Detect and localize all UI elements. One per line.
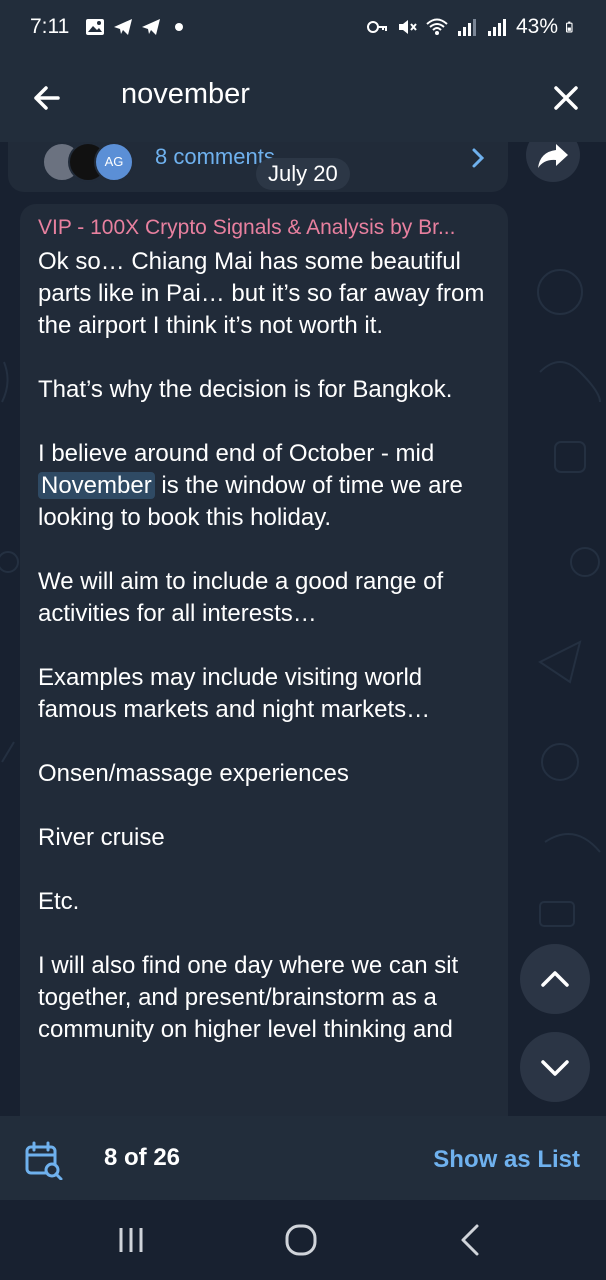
signal-icon [457, 19, 476, 36]
key-icon [366, 21, 387, 33]
chevron-right-icon[interactable] [466, 146, 490, 170]
date-pill: July 20 [256, 158, 350, 190]
message-paragraph: Etc. [38, 888, 80, 915]
scroll-down-button[interactable] [520, 1032, 590, 1102]
show-as-list-button[interactable]: Show as List [433, 1146, 580, 1174]
search-header: november [0, 56, 606, 142]
avatar: AG [94, 142, 134, 182]
message-bubble[interactable]: VIP - 100X Crypto Signals & Analysis by … [20, 204, 508, 1116]
telegram-icon [114, 19, 132, 35]
forward-icon [538, 144, 568, 168]
home-icon[interactable] [281, 1220, 321, 1260]
battery-percent: 43% [515, 15, 558, 38]
chat-area[interactable]: AG 8 comments July 20 VIP - 100X Crypto … [0, 142, 606, 1116]
back-icon[interactable] [451, 1220, 491, 1260]
message-paragraph: Ok so… Chiang Mai has some beautiful par… [38, 248, 485, 339]
search-results-bar: 8 of 26 Show as List [0, 1116, 606, 1200]
chevron-up-icon [541, 971, 569, 987]
commenter-avatars: AG [42, 142, 152, 182]
share-button[interactable] [526, 142, 580, 182]
message-paragraph: Onsen/massage experiences [38, 760, 349, 787]
message-author[interactable]: VIP - 100X Crypto Signals & Analysis by … [38, 216, 498, 240]
message-paragraph: Examples may include visiting world famo… [38, 664, 431, 723]
message-paragraph: I will also find one day where we can si… [38, 952, 459, 1043]
scroll-up-button[interactable] [520, 944, 590, 1014]
search-input[interactable]: november [121, 78, 250, 111]
text-segment: I believe around end of October - mid [38, 440, 435, 467]
search-highlight: November [38, 472, 155, 499]
status-time: 7:11 [30, 15, 70, 38]
telegram-search-screen: 7:11 43% november AG 8 comments July 20 … [0, 0, 606, 1280]
message-paragraph: I believe around end of October - mid No… [38, 438, 498, 534]
system-status-icons: 43% [366, 15, 578, 39]
close-icon[interactable] [546, 78, 586, 118]
message-paragraph: We will aim to include a good range of a… [38, 568, 444, 627]
signal-icon [487, 19, 506, 36]
calendar-search-icon[interactable] [24, 1140, 64, 1180]
message-paragraph: River cruise [38, 824, 165, 851]
back-arrow-icon[interactable] [28, 78, 68, 118]
battery-icon [566, 21, 573, 33]
message-paragraph: That’s why the decision is for Bangkok. [38, 376, 453, 403]
recent-apps-icon[interactable] [111, 1220, 151, 1260]
wifi-icon [426, 18, 448, 35]
message-text: Ok so… Chiang Mai has some beautiful par… [38, 246, 498, 1078]
mute-icon [398, 20, 417, 34]
results-counter: 8 of 26 [104, 1144, 181, 1171]
notification-icons [84, 16, 190, 38]
gallery-icon [86, 19, 104, 35]
status-bar: 7:11 43% [0, 0, 606, 56]
system-nav-bar [0, 1200, 606, 1280]
telegram-icon [142, 19, 160, 35]
chevron-down-icon [541, 1060, 569, 1076]
dot-icon [175, 23, 183, 31]
